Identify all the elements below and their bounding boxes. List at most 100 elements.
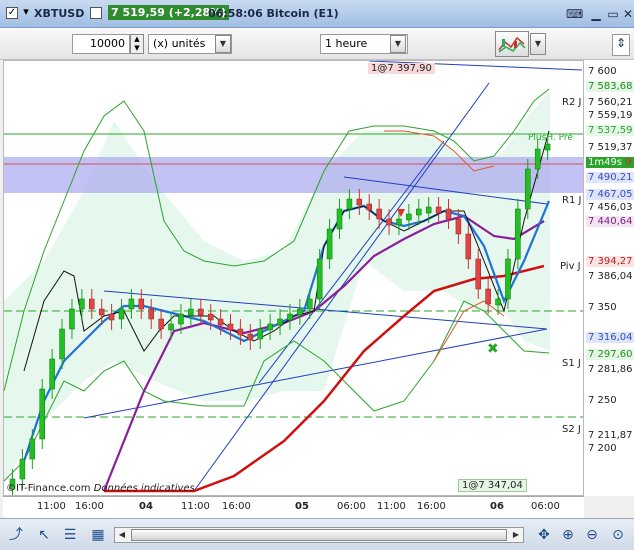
candle-body <box>69 308 75 330</box>
dropdown-arrow-icon[interactable]: ▾ <box>20 6 32 19</box>
candle-body <box>346 198 353 210</box>
price-tag: 7 297,60 <box>586 349 634 360</box>
quantity-stepper[interactable]: ▲ ▼ <box>130 34 144 54</box>
candle-body <box>336 208 343 230</box>
minimize-icon[interactable]: ▁ <box>588 6 604 22</box>
share-icon[interactable]: ⤴ <box>6 525 26 545</box>
zoom-out-icon[interactable]: ⊖ <box>582 525 602 545</box>
candle-body <box>544 143 551 151</box>
price-tag: 7 316,04 <box>586 332 634 343</box>
candle-body <box>485 288 491 305</box>
price-tag: 7 537,59 <box>586 125 634 136</box>
pivot-piv-value: 7 386,04 <box>588 271 633 282</box>
indicators-icon <box>498 36 526 53</box>
collapse-panel-icon[interactable]: ⇕ <box>612 34 630 56</box>
candle-body <box>465 233 472 260</box>
candle-body <box>525 168 531 210</box>
price-chart-canvas: ✖ <box>4 61 583 495</box>
candle-body <box>128 298 135 310</box>
candle-body <box>297 308 303 316</box>
candle-body <box>158 318 164 330</box>
pivot-r2-label: R2 J <box>562 97 582 108</box>
units-dropdown-icon[interactable]: ▼ <box>215 35 231 53</box>
candle-body <box>435 206 442 214</box>
table-icon[interactable]: ▦ <box>88 525 108 545</box>
price-tag: 7 519,37 <box>588 142 633 153</box>
candle-body <box>425 206 432 214</box>
time-tick: 16:00 <box>417 501 446 512</box>
price-tag: 7 559,19 <box>588 110 633 121</box>
keyboard-icon[interactable]: ⌨ <box>566 6 583 22</box>
time-axis: 11:00 16:00 04 11:00 16:00 05 06:00 11:0… <box>3 496 584 518</box>
scroll-right-icon[interactable]: ▶ <box>509 528 523 542</box>
scroll-left-icon[interactable]: ◀ <box>115 528 129 542</box>
timeframe-dropdown-icon[interactable]: ▼ <box>390 35 406 53</box>
price-tag: 7 394,27 <box>586 256 634 267</box>
alert-checkbox[interactable] <box>90 7 102 19</box>
chart-plot[interactable]: ✖ 1@7 397,90 1@7 347,04 ©IT-Finance.com … <box>3 60 584 496</box>
candle-body <box>98 308 105 316</box>
candle-body <box>386 218 392 226</box>
pivot-s2-value: 7 211,87 <box>588 430 633 441</box>
candle-body <box>168 323 174 331</box>
pivot-s1-label: S1 J <box>562 358 581 369</box>
indicators-button[interactable] <box>495 31 529 57</box>
candle-body <box>118 308 125 320</box>
scroll-thumb[interactable] <box>131 529 507 541</box>
price-tick: 7 250 <box>588 395 617 406</box>
candle-body <box>138 298 145 310</box>
candle-body <box>237 328 244 336</box>
candle-body <box>227 323 234 331</box>
zoom-reset-icon[interactable]: ⊙ <box>608 525 628 545</box>
price-tick: 7 600 <box>588 66 617 77</box>
time-tick: 11:00 <box>37 501 66 512</box>
time-tick: 16:00 <box>222 501 251 512</box>
close-icon[interactable]: ✕ <box>620 6 634 22</box>
top-order-label: 1@7 397,90 <box>368 63 435 74</box>
candle-body <box>39 388 45 440</box>
maximize-icon[interactable]: ▭ <box>605 6 621 22</box>
move-icon[interactable]: ✥ <box>534 525 554 545</box>
price-tag: 7 467,05 <box>586 189 634 200</box>
time-tick: 11:00 <box>377 501 406 512</box>
indicators-dropdown-icon[interactable]: ▼ <box>530 33 546 55</box>
zoom-in-icon[interactable]: ⊕ <box>558 525 578 545</box>
symbol-label: XBTUSD <box>34 7 85 20</box>
candle-body <box>19 458 26 480</box>
candle-body <box>416 208 422 216</box>
cursor-icon[interactable]: ↖ <box>34 525 54 545</box>
candle-body <box>534 148 541 170</box>
time-scrollbar[interactable]: ◀ ▶ <box>114 527 524 543</box>
svg-text:✖: ✖ <box>487 341 499 357</box>
price-tick: 7 350 <box>588 302 617 313</box>
plus-haut-label: PlusH. Pré <box>528 133 573 143</box>
watermark-source: ©IT-Finance.com <box>6 483 91 494</box>
candle-body <box>59 328 65 360</box>
price-tag: 7 583,68 <box>586 81 634 92</box>
candle-body <box>356 198 363 206</box>
pivot-s1-value: 7 281,86 <box>588 364 633 375</box>
candle-body <box>29 438 36 460</box>
candle-body <box>515 208 521 260</box>
candle-body <box>108 313 115 321</box>
bottom-toolbar: ⤴ ↖ ☰ ▦ ◀ ▶ ✥ ⊕ ⊖ ⊙ <box>0 518 634 550</box>
candle-body <box>316 258 323 300</box>
pivot-r1-label: R1 J <box>562 195 582 206</box>
candle-body <box>396 218 402 226</box>
price-tag: 7 440,64 <box>586 216 634 227</box>
watermark-note: Données indicatives <box>93 483 195 494</box>
toolbar: 10000 ▲ ▼ (x) unités ▼ 1 heure ▼ ▼ ⇕ <box>0 28 634 60</box>
list-icon[interactable]: ☰ <box>60 525 80 545</box>
candle-body <box>366 203 372 211</box>
candle-body <box>455 218 462 235</box>
pivot-piv-label: Piv J <box>560 261 581 272</box>
candle-body <box>178 313 184 325</box>
candle-body <box>406 213 412 221</box>
time-tick: 16:00 <box>75 501 104 512</box>
quantity-input[interactable]: 10000 <box>72 34 130 54</box>
link-checkbox[interactable]: ✓ <box>6 7 18 19</box>
candle-body <box>267 323 273 331</box>
price-tick: 7 200 <box>588 443 617 454</box>
candle-body <box>445 208 452 220</box>
candle-body <box>49 358 55 390</box>
